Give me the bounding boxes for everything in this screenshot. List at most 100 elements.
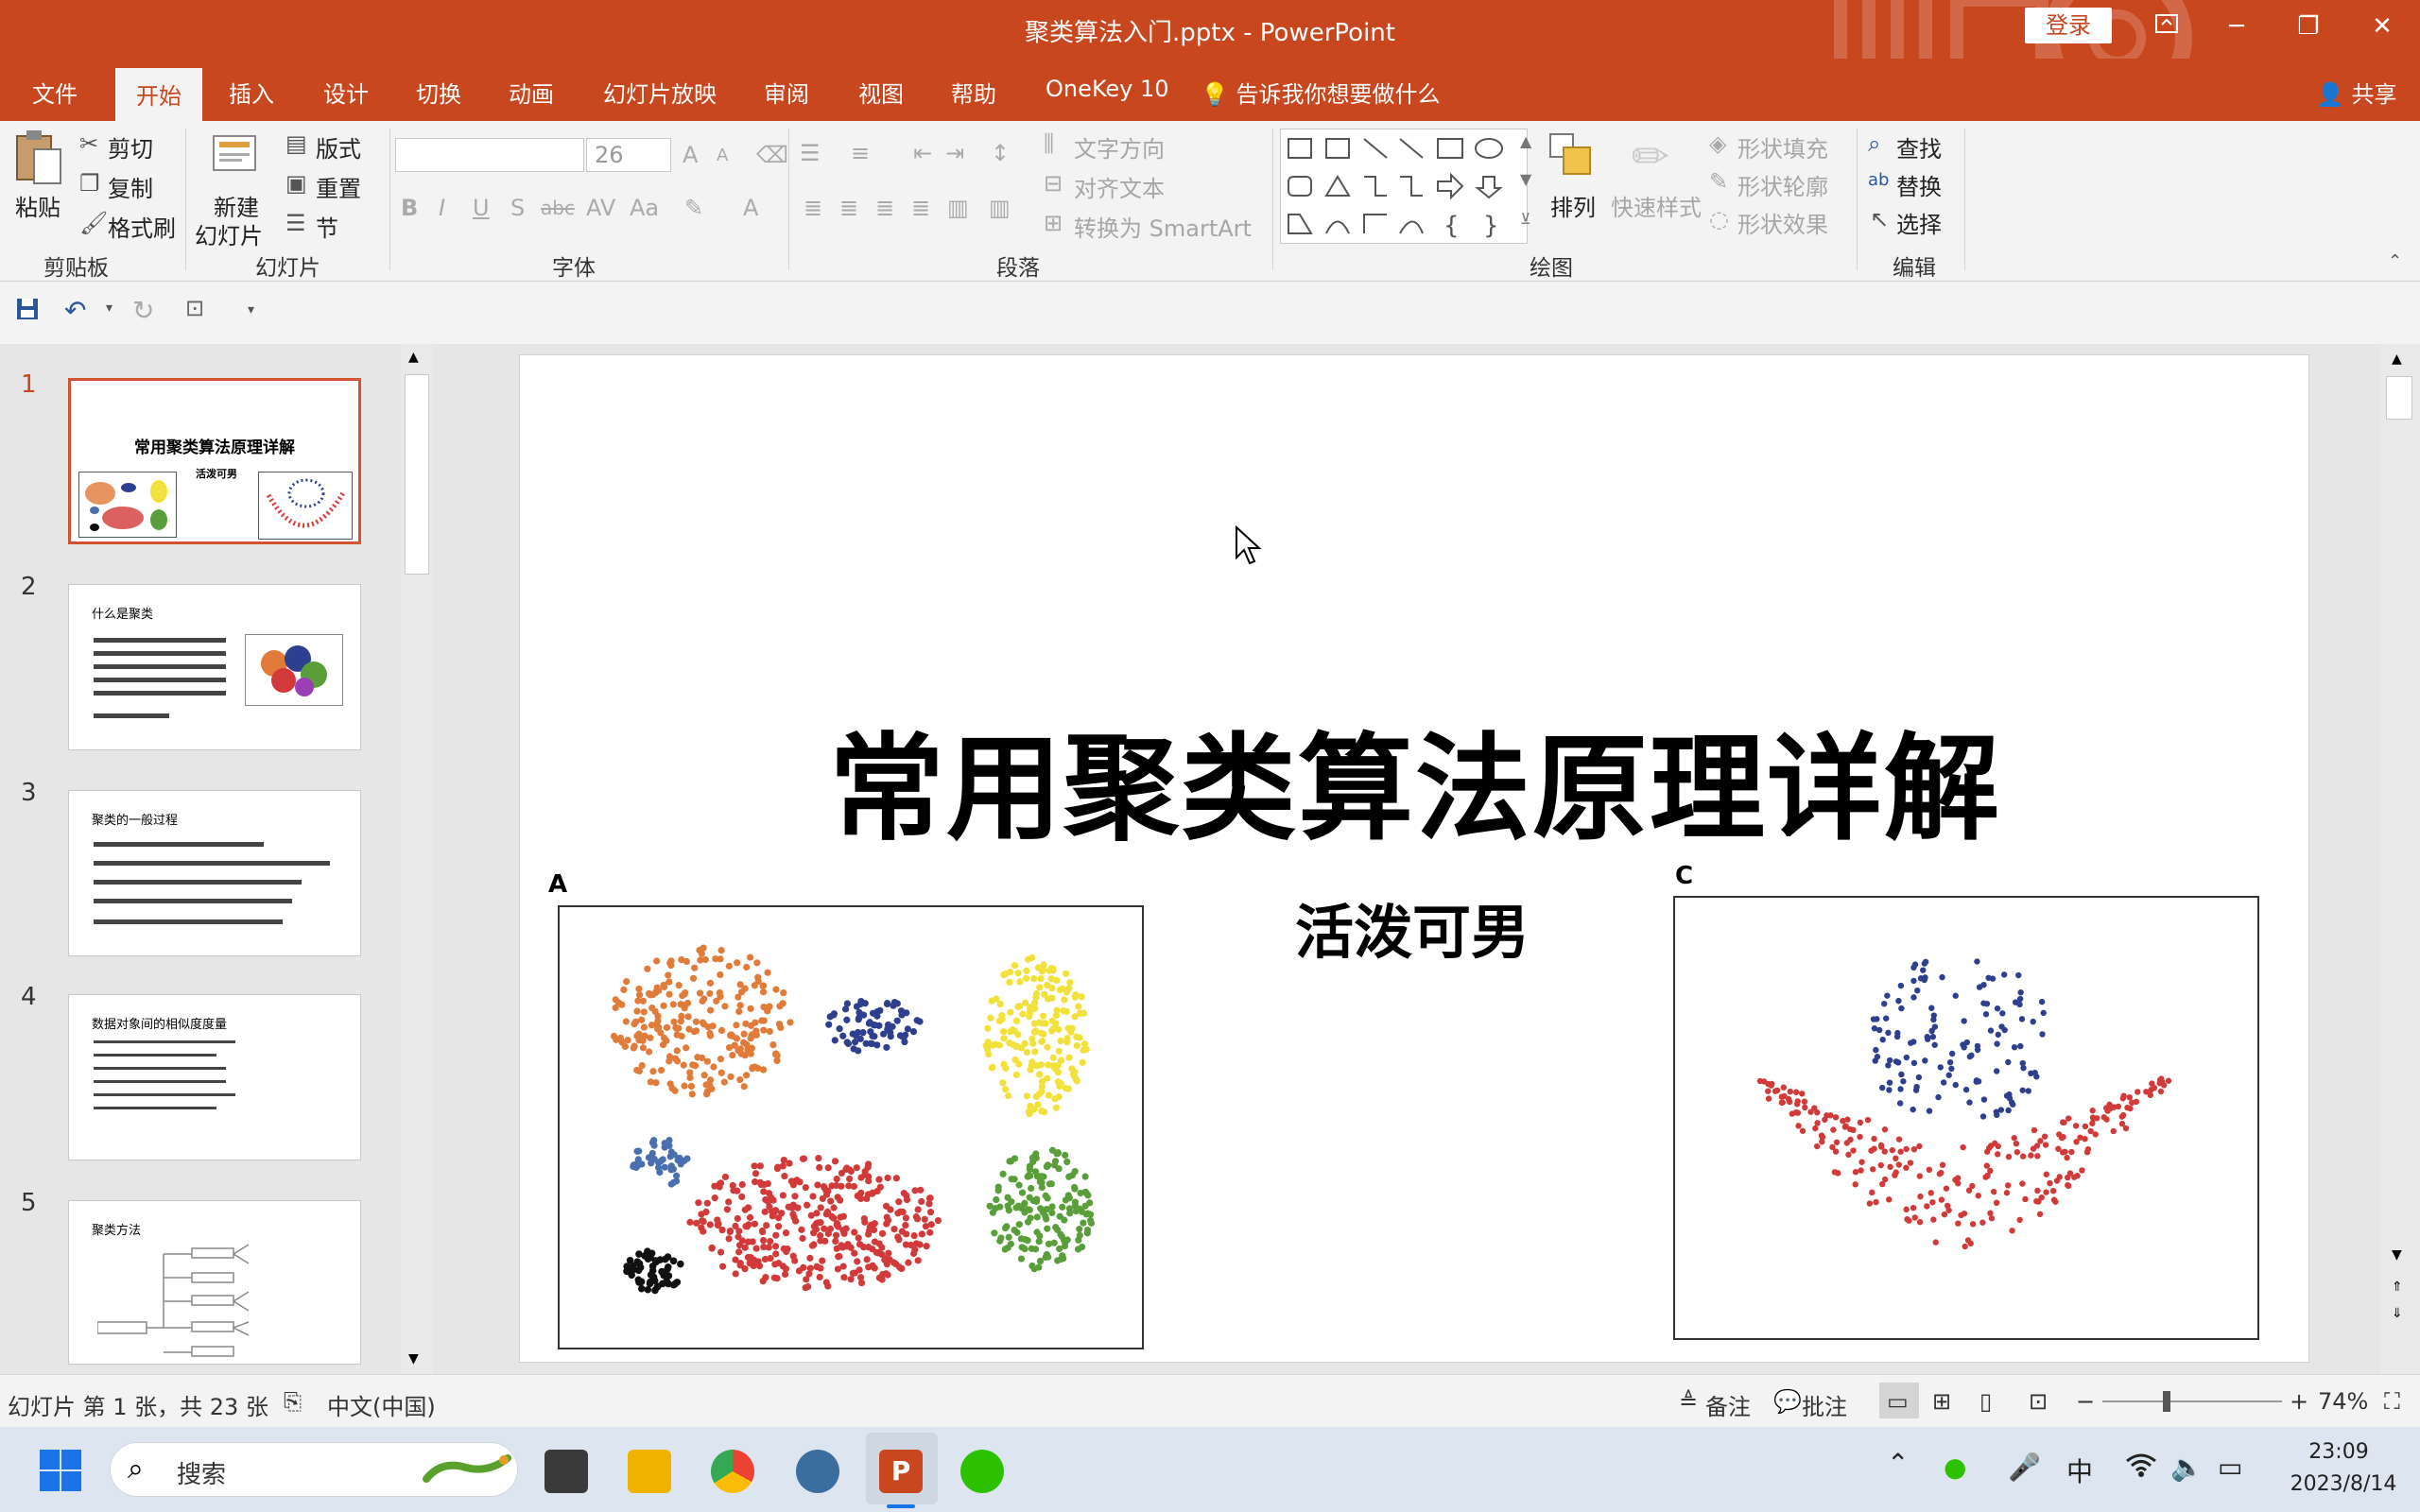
login-button[interactable]: 登录 — [2025, 8, 2112, 43]
numbering-icon[interactable]: ≡ — [851, 140, 870, 166]
slideshow-view-icon[interactable]: ⊡ — [2029, 1388, 2048, 1415]
shape-fill-button[interactable]: 形状填充 — [1737, 130, 1828, 163]
settings-gear-icon[interactable] — [796, 1450, 839, 1493]
current-slide[interactable]: 常用聚类算法原理详解 活泼可男 A C — [519, 354, 2309, 1363]
char-spacing-icon[interactable]: AV — [586, 195, 615, 221]
thumbnail-slide-1[interactable]: 常用聚类算法原理详解 活泼可男 — [68, 378, 361, 544]
highlight-icon[interactable]: ✎ — [684, 195, 703, 221]
task-view-icon[interactable] — [544, 1450, 588, 1493]
clock-time[interactable]: 23:09 — [2282, 1440, 2395, 1464]
fit-to-window-icon[interactable]: ⛶ — [2384, 1388, 2400, 1415]
tab-help[interactable]: 帮助 — [951, 76, 996, 109]
powerpoint-icon[interactable]: P — [879, 1450, 923, 1493]
restore-button[interactable]: ❐ — [2280, 8, 2337, 45]
justify-icon[interactable]: ≣ — [911, 195, 930, 221]
decrease-indent-icon[interactable]: ⇤ — [913, 140, 932, 166]
tab-file[interactable]: 文件 — [32, 76, 78, 109]
columns-icon[interactable]: ▥ — [989, 195, 1011, 221]
text-direction-button[interactable]: 文字方向 — [1074, 130, 1165, 163]
notes-button[interactable]: 备注 — [1705, 1388, 1751, 1421]
ribbon-display-icon[interactable] — [2138, 8, 2195, 45]
file-explorer-icon[interactable] — [628, 1450, 671, 1493]
quick-styles-button[interactable]: 快速样式 — [1611, 189, 1702, 222]
thumbnail-slide-4[interactable]: 数据对象间的相似度度量 — [68, 994, 361, 1160]
gallery-scroll-up-icon[interactable]: ▲ — [1520, 132, 1531, 150]
scroll-thumb[interactable] — [405, 374, 429, 575]
line-spacing-icon[interactable]: ↕ — [991, 140, 1010, 166]
thumbnail-scrollbar[interactable]: ▲ ▼ — [401, 344, 433, 1374]
close-button[interactable]: ✕ — [2354, 8, 2411, 45]
select-button[interactable]: 选择 — [1896, 206, 1942, 239]
undo-icon[interactable]: ↶ — [64, 295, 86, 326]
tab-animations[interactable]: 动画 — [509, 76, 554, 109]
reading-view-icon[interactable]: ▯ — [1979, 1388, 1992, 1415]
new-slide-icon[interactable] — [208, 129, 261, 176]
scroll-thumb[interactable] — [2386, 376, 2412, 420]
thumbnail-slide-3[interactable]: 聚类的一般过程 — [68, 790, 361, 956]
increase-indent-icon[interactable]: ⇥ — [945, 140, 964, 166]
wifi-icon[interactable] — [2125, 1452, 2157, 1485]
cut-button[interactable]: 剪切 — [108, 130, 153, 163]
volume-icon[interactable]: 🔈 — [2170, 1452, 2204, 1483]
copy-button[interactable]: 复制 — [108, 170, 153, 203]
spelling-icon[interactable]: ⎘ — [284, 1388, 302, 1415]
wechat-icon[interactable] — [960, 1450, 1004, 1493]
scatter-plot-c[interactable] — [1673, 896, 2259, 1340]
zoom-slider-thumb[interactable] — [2162, 1391, 2170, 1412]
previous-slide-icon[interactable]: ⇑ — [2392, 1280, 2403, 1295]
shape-effects-button[interactable]: 形状效果 — [1737, 206, 1828, 239]
zoom-level[interactable]: 74% — [2318, 1388, 2368, 1415]
minimize-button[interactable]: ─ — [2208, 8, 2265, 45]
layout-button[interactable]: 版式 — [316, 130, 361, 163]
clear-format-icon[interactable]: ⌫ — [756, 142, 788, 168]
normal-view-icon[interactable]: ▭ — [1887, 1388, 1909, 1415]
align-left-icon[interactable]: ≣ — [804, 195, 822, 221]
next-slide-icon[interactable]: ⇓ — [2392, 1306, 2403, 1321]
redo-icon[interactable]: ↻ — [132, 295, 154, 326]
thumbnail-slide-5[interactable]: 聚类方法 — [68, 1200, 361, 1365]
taskbar-search[interactable]: ⌕ 搜索 — [110, 1442, 518, 1497]
scatter-plot-a[interactable] — [558, 905, 1144, 1349]
grow-font-icon[interactable]: A — [683, 142, 698, 168]
undo-dropdown-icon[interactable]: ▾ — [106, 301, 112, 316]
change-case-icon[interactable]: Aa — [630, 195, 659, 221]
slide-scrollbar[interactable]: ▲ ▼ ⇑ ⇓ — [2380, 344, 2420, 1374]
wechat-tray-icon[interactable]: ● — [1944, 1452, 1966, 1483]
clock-date[interactable]: 2023/8/14 — [2282, 1472, 2405, 1496]
align-center-icon[interactable]: ≣ — [839, 195, 858, 221]
slide-title[interactable]: 常用聚类算法原理详解 — [520, 696, 2308, 863]
replace-button[interactable]: 替换 — [1896, 168, 1942, 201]
zoom-in-icon[interactable]: + — [2290, 1388, 2308, 1415]
reset-button[interactable]: 重置 — [316, 170, 361, 203]
align-text-button[interactable]: 对齐文本 — [1074, 170, 1165, 203]
convert-smartart-button[interactable]: 转换为 SmartArt — [1074, 210, 1252, 243]
shrink-font-icon[interactable]: A — [717, 146, 728, 165]
zoom-slider[interactable] — [2102, 1391, 2282, 1412]
italic-icon[interactable]: I — [439, 195, 445, 221]
tab-view[interactable]: 视图 — [858, 76, 904, 109]
tab-insert[interactable]: 插入 — [229, 76, 274, 109]
bold-icon[interactable]: B — [401, 195, 418, 221]
tab-home[interactable]: 开始 — [115, 68, 202, 121]
new-slide-label-2[interactable]: 幻灯片 — [195, 217, 263, 250]
paste-button[interactable]: 粘贴 — [15, 189, 60, 222]
bullets-icon[interactable]: ☰ — [800, 140, 821, 166]
find-button[interactable]: 查找 — [1896, 130, 1942, 163]
shadow-icon[interactable]: S — [510, 195, 525, 221]
gallery-more-icon[interactable]: ⊻ — [1520, 210, 1531, 228]
section-button[interactable]: 节 — [316, 210, 338, 243]
tab-transitions[interactable]: 切换 — [416, 76, 461, 109]
shapes-gallery[interactable]: { } — [1280, 129, 1528, 244]
align-right-icon[interactable]: ≣ — [875, 195, 894, 221]
shape-outline-button[interactable]: 形状轮廓 — [1737, 168, 1828, 201]
gallery-scroll-down-icon[interactable]: ▼ — [1520, 170, 1531, 188]
share-button[interactable]: 👤 共享 — [2316, 76, 2397, 109]
customize-qat-icon[interactable]: ▾ — [248, 302, 254, 318]
show-hidden-icons-icon[interactable]: ⌃ — [1887, 1448, 1909, 1479]
chrome-icon[interactable] — [711, 1450, 754, 1493]
font-size-box[interactable]: 26 — [586, 138, 671, 172]
thumbnail-slide-2[interactable]: 什么是聚类 — [68, 584, 361, 750]
font-name-box[interactable] — [395, 138, 584, 172]
windows-start-icon[interactable] — [38, 1448, 83, 1497]
zoom-out-icon[interactable]: − — [2076, 1388, 2095, 1415]
